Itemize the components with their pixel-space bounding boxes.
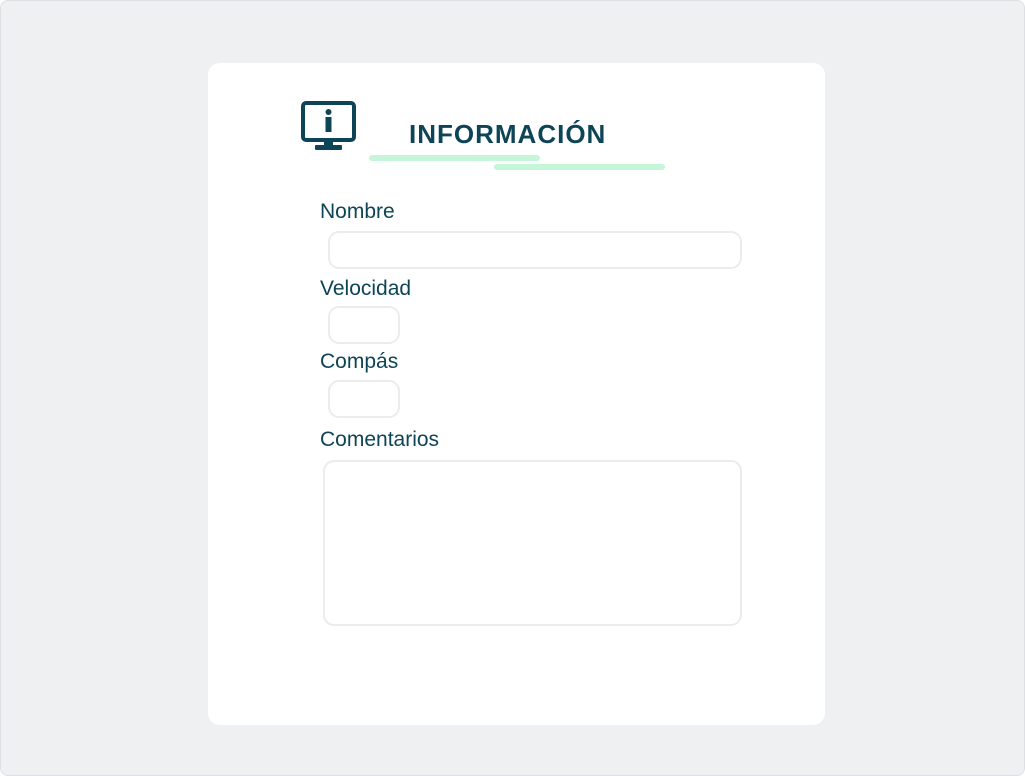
title-underline-accent [369,155,540,161]
velocidad-input[interactable] [328,306,400,344]
compas-input[interactable] [328,380,400,418]
form-title: INFORMACIÓN [409,119,607,149]
monitor-info-icon [301,101,356,150]
comentarios-label: Comentarios [320,428,440,451]
nombre-label: Nombre [320,200,395,223]
velocidad-label: Velocidad [320,277,412,300]
info-form-card: INFORMACIÓN Nombre Velocidad Compás Come… [208,63,825,725]
title-underline-accent [494,164,665,170]
app-background: INFORMACIÓN Nombre Velocidad Compás Come… [0,0,1025,776]
comentarios-textarea[interactable] [323,460,742,626]
nombre-input[interactable] [328,231,742,269]
compas-label: Compás [320,350,399,373]
